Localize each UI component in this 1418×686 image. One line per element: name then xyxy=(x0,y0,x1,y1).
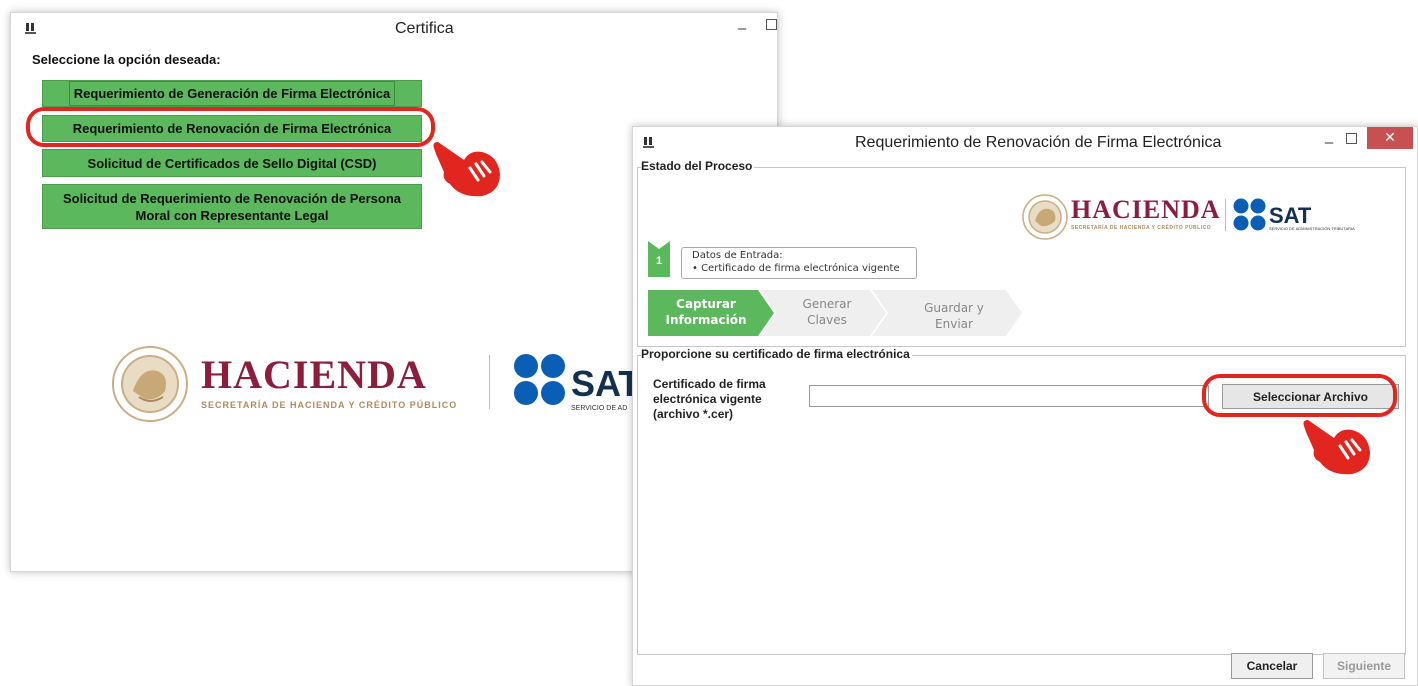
logo-divider xyxy=(1225,199,1226,231)
step-label: Capturar Información xyxy=(648,296,764,328)
step-line1: Guardar y xyxy=(924,301,984,315)
step-line2: Enviar xyxy=(935,317,973,331)
hacienda-logo-text: HACIENDA xyxy=(201,352,427,397)
app-icon xyxy=(643,136,657,150)
pointing-hand-icon xyxy=(1303,420,1370,475)
next-button[interactable]: Siguiente xyxy=(1323,653,1405,679)
hacienda-logo-text: HACIENDA xyxy=(1071,195,1221,224)
certificate-legend: Proporcione su certificado de firma elec… xyxy=(641,347,912,361)
mexico-seal-icon xyxy=(1022,194,1068,240)
highlight-oval xyxy=(26,107,435,147)
step-line2: Claves xyxy=(807,313,847,327)
close-button[interactable]: ✕ xyxy=(1367,127,1413,149)
renovacion-titlebar: Requerimiento de Renovación de Firma Ele… xyxy=(633,127,1417,159)
step-line2: Información xyxy=(665,313,747,327)
sat-logo-subtitle: SERVICIO DE AD xyxy=(571,405,628,412)
step-guardar: Guardar y Enviar xyxy=(894,290,1014,336)
sat-logo-subtitle: SERVICIO DE ADMINISTRACIÓN TRIBUTARIA xyxy=(1269,226,1355,231)
certificate-file-input[interactable] xyxy=(809,385,1209,407)
option-csd-button[interactable]: Solicitud de Certificados de Sello Digit… xyxy=(42,149,422,177)
window-title: Requerimiento de Renovación de Firma Ele… xyxy=(855,134,1222,151)
option-label-line1: Solicitud de Requerimiento de Renovación… xyxy=(62,190,402,206)
mexico-seal-icon xyxy=(112,346,188,422)
step-line1: Generar xyxy=(802,297,852,311)
step-capturar: Capturar Información xyxy=(648,290,764,336)
sat-logo-icon xyxy=(514,354,565,405)
step-label: Guardar y Enviar xyxy=(894,300,1014,332)
highlight-oval xyxy=(1202,374,1397,417)
process-status-legend: Estado del Proceso xyxy=(641,159,755,173)
app-icon xyxy=(25,22,39,36)
step-line1: Capturar xyxy=(676,297,736,311)
hacienda-logo-subtitle: SECRETARÍA DE HACIENDA Y CRÉDITO PÚBLICO xyxy=(201,400,458,410)
maximize-button[interactable] xyxy=(1346,133,1357,144)
option-generacion-button[interactable]: Requerimiento de Generación de Firma Ele… xyxy=(42,80,422,107)
process-steps: Capturar Información Generar Claves Guar… xyxy=(648,290,1028,336)
certificate-label: Certificado de firma electrónica vigente… xyxy=(653,377,766,422)
option-label-line2: Moral con Representante Legal xyxy=(135,207,329,223)
minimize-button[interactable]: – xyxy=(1322,135,1336,151)
close-icon: ✕ xyxy=(1384,129,1396,145)
minimize-button[interactable]: – xyxy=(735,21,749,37)
step-label: Generar Claves xyxy=(774,296,880,328)
sat-logo-icon xyxy=(1233,198,1266,231)
window-title: Certifica xyxy=(395,20,454,37)
pointing-hand-icon xyxy=(433,142,500,197)
option-label: Requerimiento de Generación de Firma Ele… xyxy=(68,81,396,106)
cancel-button[interactable]: Cancelar xyxy=(1231,653,1313,679)
selection-prompt: Seleccione la opción deseada: xyxy=(32,52,221,67)
input-data-item-text: Certificado de firma electrónica vigente xyxy=(701,263,900,274)
input-data-title: Datos de Entrada: xyxy=(692,250,783,261)
maximize-button[interactable] xyxy=(766,19,777,30)
hacienda-logo-subtitle: SECRETARÍA DE HACIENDA Y CRÉDITO PÚBLICO xyxy=(1071,225,1212,231)
step-number: 1 xyxy=(655,255,663,267)
logo-divider xyxy=(489,355,490,409)
input-data-item: • Certificado de firma electrónica vigen… xyxy=(692,263,900,274)
certificate-label-line2: electrónica vigente xyxy=(653,392,762,406)
input-data-box: Datos de Entrada: • Certificado de firma… xyxy=(681,247,917,279)
step-generar: Generar Claves xyxy=(774,290,880,336)
sat-logo-text: SAT xyxy=(571,363,641,404)
option-label: Solicitud de Certificados de Sello Digit… xyxy=(87,155,377,171)
certifica-titlebar: Certifica – xyxy=(11,13,777,45)
certificate-label-line1: Certificado de firma xyxy=(653,377,766,391)
certificate-label-line3: (archivo *.cer) xyxy=(653,407,734,421)
option-persona-moral-button[interactable]: Solicitud de Requerimiento de Renovación… xyxy=(42,184,422,229)
